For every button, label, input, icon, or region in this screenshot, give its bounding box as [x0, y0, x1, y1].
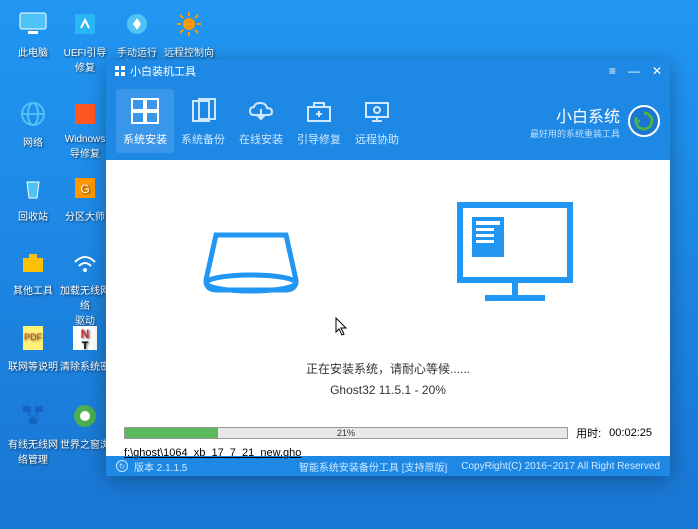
desktop-icon-label: 分区大师: [65, 212, 105, 223]
progress-fill: [125, 428, 218, 438]
file-path-link[interactable]: f:\ghost\1064_xb_17_7_21_new.gho: [124, 447, 652, 459]
progress-bar: 21%: [124, 427, 568, 439]
progress-subtext: Ghost32 11.5.1 - 20%: [124, 383, 652, 397]
svg-text:N: N: [81, 327, 90, 341]
status-text: 正在安装系统，请耐心等候......: [124, 360, 652, 377]
tab-remote-assist[interactable]: 远程协助: [348, 89, 406, 153]
desktop-icon-recycle[interactable]: 回收站: [8, 170, 58, 223]
copyright-text: CopyRight(C) 2016~2017 All Right Reserve…: [461, 461, 660, 472]
tab-system-install[interactable]: 系统安装: [116, 89, 174, 153]
tab-label: 引导修复: [297, 134, 341, 146]
desktop-icon-label: 网络: [23, 138, 43, 149]
sunflower-icon: [171, 6, 207, 42]
browser-icon: [67, 398, 103, 434]
brand-logo-icon: [628, 105, 660, 137]
tab-label: 远程协助: [355, 134, 399, 146]
svg-text:T: T: [82, 340, 89, 352]
tab-system-backup[interactable]: 系统备份: [174, 89, 232, 153]
desktop-icon-uefi[interactable]: UEFI引导修复: [60, 6, 110, 74]
pdf-icon: PDF: [15, 320, 51, 356]
desktop-icon-label: 其他工具: [13, 286, 53, 297]
remote-icon: [350, 95, 404, 127]
window-title: 小白装机工具: [130, 63, 196, 79]
desktop-icon-wifi-driver[interactable]: 加载无线网络 驱动: [60, 244, 110, 327]
desktop-icon-label: 清除系统密: [60, 362, 110, 373]
uefi-icon: [67, 6, 103, 42]
version-icon: ↻: [116, 460, 128, 472]
toolbar: 系统安装 系统备份 在线安装 引导修复 远程协助 小白系统 最好用的系统重装工具: [106, 82, 670, 160]
wifi-icon: [67, 244, 103, 280]
tab-label: 系统备份: [181, 134, 225, 146]
desktop-icon-label: 有线无线网 络管理: [8, 440, 58, 466]
desktop-icon-clear-pwd[interactable]: NT 清除系统密: [60, 320, 110, 373]
tab-boot-repair[interactable]: 引导修复: [290, 89, 348, 153]
netmgr-icon: [15, 398, 51, 434]
app-icon: [114, 65, 126, 77]
brand-subtitle: 最好用的系统重装工具: [530, 127, 620, 140]
elapsed-value: 00:02:25: [609, 427, 652, 439]
repair-icon: [292, 95, 346, 127]
tab-label: 系统安装: [123, 134, 167, 146]
network-icon: [15, 96, 51, 132]
content-area: 正在安装系统，请耐心等候...... Ghost32 11.5.1 - 20% …: [106, 160, 670, 456]
desktop-icon-partition[interactable]: G 分区大师: [60, 170, 110, 223]
pc-icon: [15, 6, 51, 42]
close-button[interactable]: ✕: [652, 64, 662, 78]
brand: 小白系统 最好用的系统重装工具: [530, 103, 660, 140]
partition-icon: G: [67, 170, 103, 206]
desktop-icon-netmgr[interactable]: 有线无线网 络管理: [8, 398, 58, 466]
install-icon: [118, 95, 172, 127]
tab-label: 在线安装: [239, 134, 283, 146]
tools-icon: [15, 244, 51, 280]
desktop-icon-win-repair[interactable]: Widnows 导修复: [60, 96, 110, 160]
statusbar-center: 智能系统安装备份工具 [支持原版]: [299, 459, 447, 474]
elapsed-label: 用时:: [576, 425, 601, 441]
desktop-icon-label: 联网等说明: [8, 362, 58, 373]
nt-icon: NT: [67, 320, 103, 356]
desktop-icon-net-doc[interactable]: PDF 联网等说明: [8, 320, 58, 373]
svg-text:G: G: [80, 182, 89, 196]
desktop-icon-label: 回收站: [18, 212, 48, 223]
titlebar[interactable]: 小白装机工具 ≡ — ✕: [106, 60, 670, 82]
desktop-icon-this-pc[interactable]: 此电脑: [8, 6, 58, 59]
monitor-graphic-icon: [450, 195, 580, 315]
statusbar: ↻ 版本 2.1.1.5 智能系统安装备份工具 [支持原版] CopyRight…: [106, 456, 670, 476]
desktop-icon-browser[interactable]: 世界之窗浏: [60, 398, 110, 451]
desktop-icon-network[interactable]: 网络: [8, 96, 58, 149]
recycle-icon: [15, 170, 51, 206]
disk-graphic-icon: [196, 205, 306, 305]
win-repair-icon: [67, 96, 103, 132]
version-text: 版本 2.1.1.5: [134, 459, 187, 474]
desktop-icon-label: 世界之窗浏: [60, 440, 110, 451]
backup-icon: [176, 95, 230, 127]
cloud-icon: [234, 95, 288, 127]
desktop-icon-label: 此电脑: [18, 48, 48, 59]
svg-text:PDF: PDF: [24, 332, 43, 342]
progress-percent: 21%: [337, 428, 355, 438]
app-window: 小白装机工具 ≡ — ✕ 系统安装 系统备份 在线安装 引导修复 远程协助: [106, 60, 670, 476]
tab-online-install[interactable]: 在线安装: [232, 89, 290, 153]
minimize-button[interactable]: —: [628, 64, 640, 78]
desktop-icon-label: UEFI引导修复: [64, 48, 107, 74]
ghost-icon: [119, 6, 155, 42]
desktop-icon-label: Widnows 导修复: [65, 134, 106, 160]
menu-button[interactable]: ≡: [609, 64, 616, 78]
brand-title: 小白系统: [530, 103, 620, 127]
desktop-icon-other-tools[interactable]: 其他工具: [8, 244, 58, 297]
